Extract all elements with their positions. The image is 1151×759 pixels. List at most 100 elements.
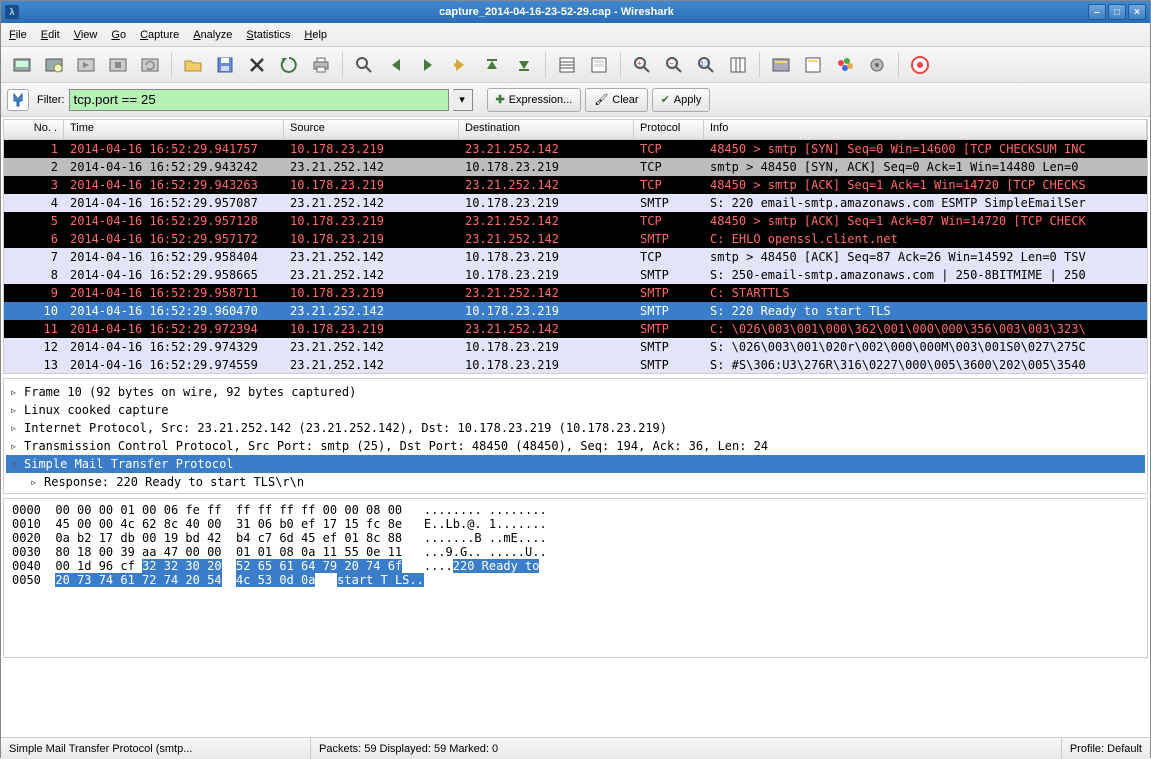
go-back-icon[interactable] [381,50,411,80]
svg-text:+: + [637,59,642,68]
table-row[interactable]: 72014-04-16 16:52:29.95840423.21.252.142… [4,248,1147,266]
disclosure-icon[interactable]: ▹ [30,475,40,489]
hex-row: 0010 45 00 00 4c 62 8c 40 00 31 06 b0 ef… [12,517,1139,531]
coloring-rules-icon[interactable] [830,50,860,80]
plus-icon: ✚ [496,93,505,106]
disclosure-icon[interactable]: ▹ [10,439,20,453]
disclosure-icon[interactable]: ▹ [10,403,20,417]
packet-list-body[interactable]: 12014-04-16 16:52:29.94175710.178.23.219… [4,140,1147,374]
auto-scroll-icon[interactable] [584,50,614,80]
column-info: Info [704,120,1147,139]
expression-button[interactable]: ✚Expression... [487,88,582,112]
toolbar: + − 1:1 [1,47,1150,83]
table-row[interactable]: 122014-04-16 16:52:29.97432923.21.252.14… [4,338,1147,356]
tree-item[interactable]: ▹Response: 220 Ready to start TLS\r\n [6,473,1145,491]
hex-row: 0050 20 73 74 61 72 74 20 54 4c 53 0d 0a… [12,573,1139,587]
packet-details-pane: ▹Frame 10 (92 bytes on wire, 92 bytes ca… [3,378,1148,494]
hex-row: 0020 0a b2 17 db 00 19 bd 42 b4 c7 6d 45… [12,531,1139,545]
menu-view[interactable]: View [74,29,98,41]
interfaces-icon[interactable] [7,50,37,80]
preferences-icon[interactable] [862,50,892,80]
table-row[interactable]: 82014-04-16 16:52:29.95866523.21.252.142… [4,266,1147,284]
start-capture-icon[interactable] [71,50,101,80]
disclosure-icon[interactable]: ▹ [10,385,20,399]
resize-columns-icon[interactable] [723,50,753,80]
app-icon: λ [5,5,19,19]
status-left: Simple Mail Transfer Protocol (smtp... [1,738,311,759]
menu-statistics[interactable]: Statistics [246,29,290,41]
disclosure-icon[interactable]: ▿ [10,457,20,471]
zoom-out-icon[interactable]: − [659,50,689,80]
hex-row: 0030 80 18 00 39 aa 47 00 00 01 01 08 0a… [12,545,1139,559]
status-right: Profile: Default [1062,738,1150,759]
filter-dropdown[interactable]: ▾ [453,89,473,111]
column-time: Time [64,120,284,139]
tree-item[interactable]: ▹Frame 10 (92 bytes on wire, 92 bytes ca… [6,383,1145,401]
clear-button[interactable]: 🖌Clear [585,88,647,112]
display-filters-icon[interactable] [798,50,828,80]
table-row[interactable]: 102014-04-16 16:52:29.96047023.21.252.14… [4,302,1147,320]
menu-help[interactable]: Help [304,29,327,41]
svg-text:−: − [669,59,674,68]
filter-label: Filter: [37,94,65,106]
reload-icon[interactable] [274,50,304,80]
zoom-reset-icon[interactable]: 1:1 [691,50,721,80]
table-row[interactable]: 62014-04-16 16:52:29.95717210.178.23.219… [4,230,1147,248]
go-first-icon[interactable] [477,50,507,80]
svg-text:1:1: 1:1 [700,61,710,68]
go-last-icon[interactable] [509,50,539,80]
print-icon[interactable] [306,50,336,80]
packet-details-tree[interactable]: ▹Frame 10 (92 bytes on wire, 92 bytes ca… [4,379,1147,494]
statusbar: Simple Mail Transfer Protocol (smtp... P… [1,737,1150,759]
menu-capture[interactable]: Capture [140,29,179,41]
table-row[interactable]: 12014-04-16 16:52:29.94175710.178.23.219… [4,140,1147,158]
stop-capture-icon[interactable] [103,50,133,80]
menu-analyze[interactable]: Analyze [193,29,232,41]
help-icon[interactable] [905,50,935,80]
column-no: No. . [4,120,64,139]
colorize-icon[interactable] [552,50,582,80]
column-destination: Destination [459,120,634,139]
minimize-button[interactable]: – [1088,4,1106,20]
zoom-in-icon[interactable]: + [627,50,657,80]
find-icon[interactable] [349,50,379,80]
menu-go[interactable]: Go [111,29,126,41]
go-to-packet-icon[interactable] [445,50,475,80]
window-title: capture_2014-04-16-23-52-29.cap - Wiresh… [25,6,1088,18]
table-row[interactable]: 92014-04-16 16:52:29.95871110.178.23.219… [4,284,1147,302]
brush-icon: 🖌 [594,93,608,106]
packet-bytes-pane[interactable]: 0000 00 00 00 01 00 06 fe ff ff ff ff ff… [3,498,1148,658]
disclosure-icon[interactable]: ▹ [10,421,20,435]
menu-edit[interactable]: Edit [41,29,60,41]
tree-item[interactable]: ▹Internet Protocol, Src: 23.21.252.142 (… [6,419,1145,437]
table-row[interactable]: 132014-04-16 16:52:29.97455923.21.252.14… [4,356,1147,374]
maximize-button[interactable]: □ [1108,4,1126,20]
apply-button[interactable]: ✔Apply [652,88,711,112]
tree-item[interactable]: ▿Simple Mail Transfer Protocol [6,455,1145,473]
go-forward-icon[interactable] [413,50,443,80]
save-icon[interactable] [210,50,240,80]
menubar: File Edit View Go Capture Analyze Statis… [1,23,1150,47]
filterbar: Filter: ▾ ✚Expression... 🖌Clear ✔Apply [1,83,1150,117]
filter-input[interactable] [69,89,449,111]
table-row[interactable]: 32014-04-16 16:52:29.94326310.178.23.219… [4,176,1147,194]
column-protocol: Protocol [634,120,704,139]
table-row[interactable]: 42014-04-16 16:52:29.95708723.21.252.142… [4,194,1147,212]
table-row[interactable]: 52014-04-16 16:52:29.95712810.178.23.219… [4,212,1147,230]
check-icon: ✔ [661,93,670,106]
tree-item[interactable]: ▹Transmission Control Protocol, Src Port… [6,437,1145,455]
restart-capture-icon[interactable] [135,50,165,80]
tree-item[interactable]: ▹Linux cooked capture [6,401,1145,419]
capture-filters-icon[interactable] [766,50,796,80]
table-row[interactable]: 112014-04-16 16:52:29.97239410.178.23.21… [4,320,1147,338]
packet-list-header[interactable]: No. . Time Source Destination Protocol I… [4,120,1147,140]
filter-bookmark-icon[interactable] [7,89,29,111]
close-button[interactable]: × [1128,4,1146,20]
hex-row: 0040 00 1d 96 cf 32 32 30 20 52 65 61 64… [12,559,1139,573]
menu-file[interactable]: File [9,29,27,41]
packet-list-pane: No. . Time Source Destination Protocol I… [3,119,1148,374]
close-file-icon[interactable] [242,50,272,80]
table-row[interactable]: 22014-04-16 16:52:29.94324223.21.252.142… [4,158,1147,176]
options-icon[interactable] [39,50,69,80]
open-icon[interactable] [178,50,208,80]
